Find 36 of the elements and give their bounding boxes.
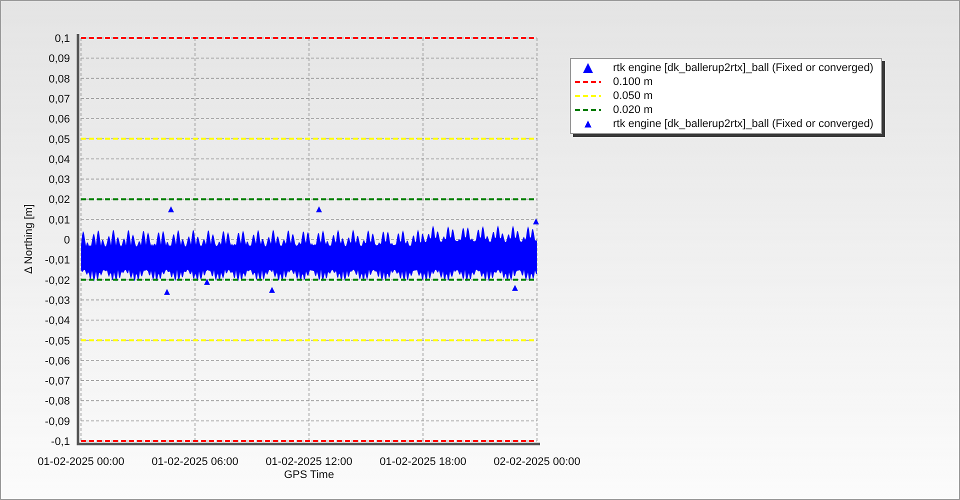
dashed-line-icon [575,94,601,98]
tick-label: 0,03 [48,174,70,186]
tick-label: -0,05 [44,335,70,348]
tick-label: -0,06 [44,355,70,368]
tick-label: -0,02 [44,274,70,287]
axis-title: Δ Northing [m] [23,204,35,274]
tick-label: 01-02-2025 12:00 [266,456,352,468]
tick-label: 01-02-2025 00:00 [38,456,124,468]
tick-label: 01-02-2025 18:00 [380,456,466,468]
tick-label: 0,1 [54,33,70,45]
axis-title: GPS Time [284,469,334,481]
legend-label: rtk engine [dk_ballerup2rtx]_ball (Fixed or converged) [613,60,874,76]
tick-label: 0,02 [48,194,70,206]
tick-label: 0,01 [48,214,70,226]
tick-label: 0,08 [48,73,70,86]
tick-label: -0,04 [44,315,70,328]
tick-label: 02-02-2025 00:00 [494,456,580,468]
tick-label: -0,09 [44,416,70,428]
dashed-line-icon [575,80,601,84]
dashed-line-icon [575,108,601,112]
legend-label: 0.100 m [613,74,653,90]
tick-label: 0,07 [48,93,70,106]
tick-label: -0,08 [44,396,70,408]
tick-label: 0,06 [48,114,70,126]
tick-label: -0,01 [44,254,70,267]
legend-label: rtk engine [dk_ballerup2rtx]_ball (Fixed or converged) [613,116,874,132]
legend-label: 0.050 m [613,88,653,104]
tick-label: -0,03 [44,294,70,307]
legend-label: 0.020 m [613,102,653,118]
tick-label: 0,09 [48,53,70,66]
tick-label: -0,1 [51,436,70,448]
tick-label: 0,04 [48,154,70,166]
tick-label: 0,05 [48,134,70,146]
tick-label: -0,07 [44,376,70,388]
tick-label: 0 [64,234,70,246]
tick-label: 01-02-2025 06:00 [152,456,238,468]
